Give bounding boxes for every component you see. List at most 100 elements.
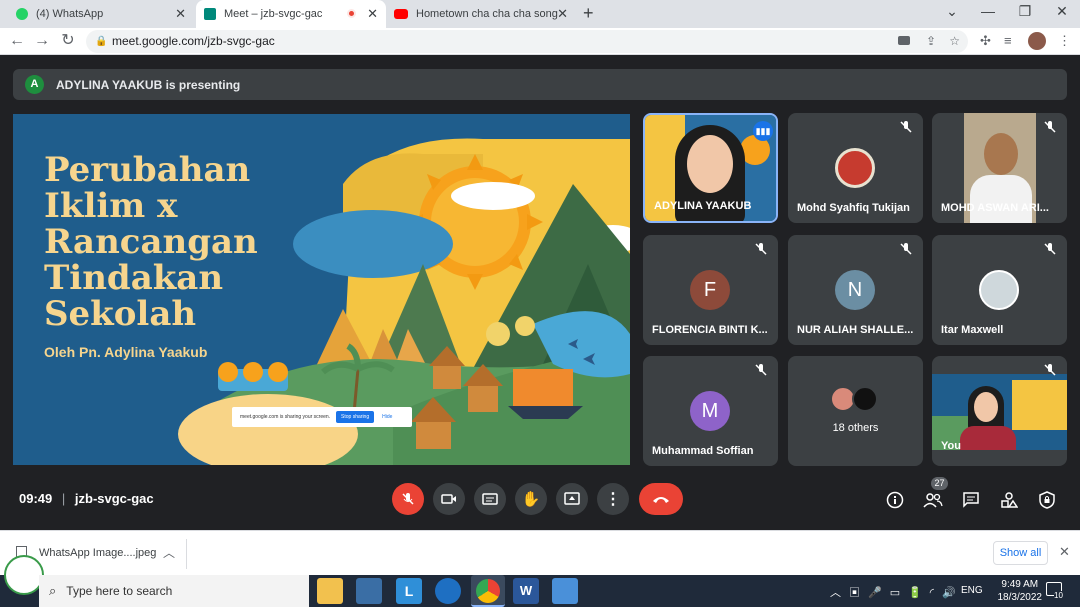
people-count-badge: 27: [931, 477, 948, 490]
meeting-details-button[interactable]: [884, 489, 906, 511]
screen-share-notice: meet.google.com is sharing your screen. …: [232, 407, 412, 427]
clock-date: 18/3/2022: [997, 592, 1043, 603]
tab-label: Meet – jzb-svgc-gac: [224, 8, 323, 20]
captions-icon: [482, 493, 498, 505]
launcher-app-icon[interactable]: L: [396, 578, 422, 604]
participant-name: Muhammad Soffian: [652, 445, 754, 457]
presenting-banner: A ADYLINA YAAKUB is presenting: [13, 69, 1067, 100]
mic-off-icon: [755, 364, 767, 376]
presenter-avatar: A: [25, 75, 44, 94]
others-tile[interactable]: 18 others: [788, 356, 923, 466]
presenting-text: ADYLINA YAAKUB is presenting: [56, 77, 241, 92]
tab-meet[interactable]: Meet – jzb-svgc-gac ✕: [196, 0, 386, 28]
notification-count: 10: [1054, 591, 1063, 600]
mic-toggle-button[interactable]: [392, 483, 424, 515]
extensions-icon[interactable]: ✣: [980, 33, 991, 49]
start-logo[interactable]: [4, 555, 44, 595]
address-bar-row: ← → ↻ 🔒 meet.google.com/jzb-svgc-gac ⇪ ☆…: [0, 28, 1080, 55]
mic-off-icon: [755, 243, 767, 255]
self-tile[interactable]: You: [932, 356, 1067, 466]
captions-button[interactable]: [474, 483, 506, 515]
system-tray-icons[interactable]: ︿▣🎤▭🔋◜🔊: [830, 584, 964, 600]
url-text: meet.google.com/jzb-svgc-gac: [112, 34, 275, 48]
chrome-icon: [476, 579, 500, 603]
clock-time: 9:49 AM: [1001, 579, 1039, 590]
store-icon[interactable]: [356, 578, 382, 604]
participant-tile[interactable]: F FLORENCIA BINTI K...: [643, 235, 778, 345]
participant-tile[interactable]: MOHD ASWAN ARI...: [932, 113, 1067, 223]
chevron-up-icon[interactable]: ︿: [163, 544, 175, 561]
share-icon[interactable]: ⇪: [926, 30, 936, 53]
activities-button[interactable]: [998, 489, 1020, 511]
whatsapp-icon: [16, 8, 28, 20]
stop-sharing-button[interactable]: Stop sharing: [336, 411, 375, 423]
participant-tile[interactable]: ▮▮▮ ADYLINA YAAKUB: [643, 113, 778, 223]
people-button[interactable]: [922, 489, 944, 511]
download-item[interactable]: WhatsApp Image....jpeg: [39, 547, 156, 559]
participant-tile[interactable]: Itar Maxwell: [932, 235, 1067, 345]
present-now-button[interactable]: [556, 483, 588, 515]
participant-tile[interactable]: M Muhammad Soffian: [643, 356, 778, 466]
word-icon[interactable]: W: [513, 578, 539, 604]
slide-title-line-4: Tindakan: [44, 258, 224, 298]
camera-in-use-icon[interactable]: [898, 36, 910, 45]
camera-icon: [441, 494, 456, 504]
chrome-taskbar-button[interactable]: [471, 575, 505, 607]
tab-youtube[interactable]: Hometown cha cha cha song | H ✕: [386, 0, 576, 28]
photos-icon[interactable]: [552, 578, 578, 604]
hand-icon: ✋: [521, 491, 541, 508]
mic-off-icon: [900, 243, 912, 255]
info-icon: [886, 491, 904, 509]
edge-icon[interactable]: [435, 578, 461, 604]
menu-kebab-icon[interactable]: ⋮: [1058, 33, 1071, 49]
windows-taskbar: ⌕ Type here to search L W ︿▣🎤▭🔋◜🔊 ENG 9:…: [0, 555, 1080, 607]
new-tab-button[interactable]: +: [583, 3, 594, 24]
camera-toggle-button[interactable]: [433, 483, 465, 515]
participant-name: Itar Maxwell: [941, 324, 1004, 336]
close-window-button[interactable]: ✕: [1052, 3, 1072, 20]
participant-avatar: [979, 270, 1019, 310]
close-tab-icon[interactable]: ✕: [557, 6, 568, 22]
host-controls-button[interactable]: [1036, 489, 1058, 511]
leave-call-button[interactable]: [639, 483, 683, 515]
close-tab-icon[interactable]: ✕: [175, 6, 186, 22]
slide-title-line-1: Perubahan: [44, 150, 251, 190]
reading-list-icon[interactable]: ≡: [1004, 33, 1012, 48]
shared-screen-presentation: Perubahan Iklim x Rancangan Tindakan Sek…: [13, 114, 630, 465]
participant-tile[interactable]: N NUR ALIAH SHALLE...: [788, 235, 923, 345]
clock[interactable]: 9:49 AM 18/3/2022: [998, 578, 1043, 604]
participant-initial: F: [690, 270, 730, 310]
language-indicator[interactable]: ENG: [961, 585, 983, 596]
close-tab-icon[interactable]: ✕: [367, 6, 378, 22]
tab-whatsapp[interactable]: (4) WhatsApp ✕: [8, 0, 194, 28]
activities-icon: [1001, 492, 1018, 508]
participant-avatar: [852, 386, 878, 412]
participant-name: Mohd Syahfiq Tukijan: [797, 202, 910, 214]
hide-button[interactable]: Hide: [382, 414, 392, 420]
bookmark-star-icon[interactable]: ☆: [949, 30, 960, 53]
more-options-button[interactable]: ⋮: [597, 483, 629, 515]
file-explorer-icon[interactable]: [317, 578, 343, 604]
chat-button[interactable]: [960, 489, 982, 511]
raise-hand-button[interactable]: ✋: [515, 483, 547, 515]
omnibox[interactable]: 🔒 meet.google.com/jzb-svgc-gac ⇪ ☆: [86, 30, 968, 53]
tab-label: Hometown cha cha cha song | H: [416, 8, 561, 20]
downloads-bar: WhatsApp Image....jpeg ︿ Show all ✕: [0, 530, 1080, 575]
tab-search-icon[interactable]: ⌄: [942, 3, 962, 20]
back-arrow-icon[interactable]: ←: [8, 32, 26, 50]
restore-button[interactable]: ❐: [1015, 3, 1035, 20]
slide-title-line-5: Sekolah: [44, 294, 197, 334]
slide-title-line-3: Rancangan: [44, 222, 258, 262]
participant-tile[interactable]: Mohd Syahfiq Tukijan: [788, 113, 923, 223]
youtube-icon: [394, 9, 408, 19]
taskbar-search-box[interactable]: ⌕ Type here to search: [39, 575, 309, 607]
show-all-button[interactable]: Show all: [993, 541, 1048, 565]
mic-off-icon: [1044, 364, 1056, 376]
minimize-button[interactable]: —: [978, 3, 998, 19]
close-downloads-icon[interactable]: ✕: [1059, 544, 1070, 560]
forward-arrow-icon[interactable]: →: [33, 32, 51, 50]
participant-name: NUR ALIAH SHALLE...: [797, 324, 914, 336]
reload-icon[interactable]: ↻: [59, 32, 77, 50]
participant-name: You: [941, 440, 961, 452]
profile-avatar[interactable]: [1028, 32, 1046, 50]
